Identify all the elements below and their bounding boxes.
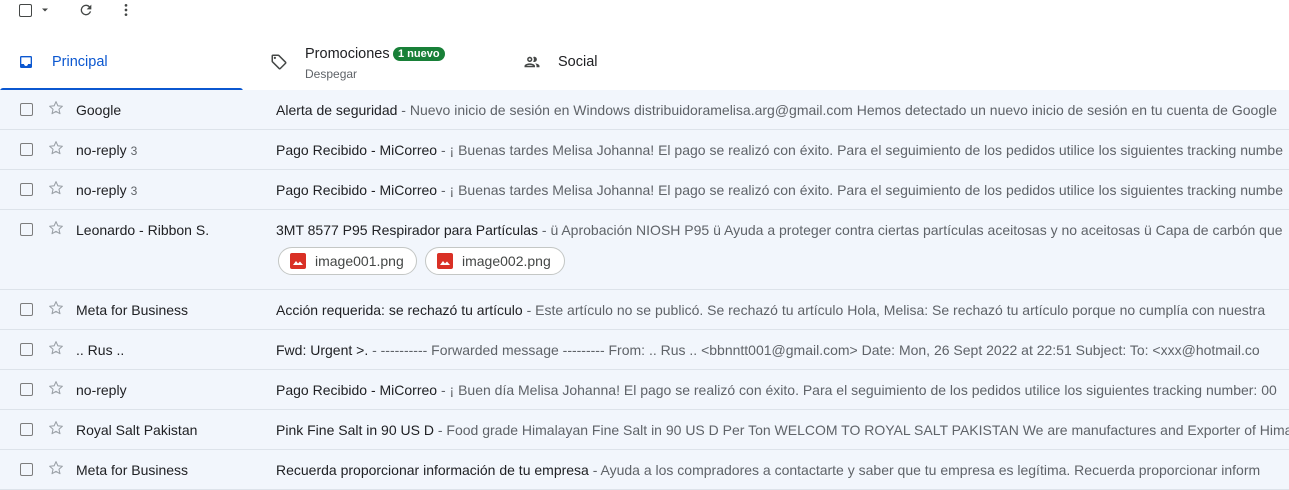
select-dropdown-button[interactable]	[38, 0, 52, 20]
email-snippet: - Nuevo inicio de sesión en Windows dist…	[397, 102, 1278, 118]
email-row[interactable]: Meta for Business Recuerda proporcionar …	[0, 450, 1289, 490]
new-count-badge: 1 nuevo	[393, 47, 445, 61]
email-snippet: - ---------- Forwarded message ---------…	[368, 342, 1260, 358]
refresh-icon	[80, 4, 92, 16]
email-row[interactable]: Royal Salt Pakistan Pink Fine Salt in 90…	[0, 410, 1289, 450]
attachment-filename: image001.png	[315, 253, 404, 269]
star-icon[interactable]	[47, 339, 65, 357]
sender-name: no-reply	[76, 182, 127, 198]
email-subject: Pago Recibido - MiCorreo	[276, 142, 438, 158]
row-checkbox[interactable]	[20, 303, 33, 316]
email-snippet: - Ayuda a los compradores a contactarte …	[588, 462, 1261, 478]
star-icon[interactable]	[47, 379, 65, 397]
tab-promociones[interactable]: Promociones 1 nuevo Despegar	[243, 34, 493, 90]
sender-name: .. Rus ..	[76, 342, 125, 358]
tab-principal[interactable]: Principal	[0, 34, 243, 91]
email-snippet: - ü Aprobación NIOSH P95 ü Ayuda a prote…	[538, 222, 1283, 238]
email-row[interactable]: Meta for Business Acción requerida: se r…	[0, 290, 1289, 330]
sender-name: Meta for Business	[76, 462, 189, 478]
email-subject: Fwd: Urgent >.	[276, 342, 369, 358]
sender-name: Royal Salt Pakistan	[76, 422, 198, 438]
row-checkbox[interactable]	[20, 143, 33, 156]
attachment-filename: image002.png	[462, 253, 551, 269]
star-icon[interactable]	[47, 139, 65, 157]
refresh-button[interactable]	[76, 0, 96, 20]
row-checkbox[interactable]	[20, 343, 33, 356]
tag-icon	[271, 54, 287, 70]
email-subject: 3MT 8577 P95 Respirador para Partículas	[276, 222, 538, 238]
thread-count: 3	[130, 184, 138, 198]
image-file-icon	[290, 253, 306, 269]
email-snippet: - ¡ Buen día Melisa Johanna! El pago se …	[437, 382, 1277, 398]
email-snippet: - Este artículo no se publicó. Se rechaz…	[522, 302, 1266, 318]
star-icon[interactable]	[47, 219, 65, 237]
more-vertical-icon	[124, 4, 128, 16]
email-subject: Pago Recibido - MiCorreo	[276, 182, 438, 198]
tab-promociones-sender: Despegar	[305, 67, 358, 81]
row-checkbox[interactable]	[20, 183, 33, 196]
more-options-button[interactable]	[116, 0, 136, 20]
email-row[interactable]: .. Rus .. Fwd: Urgent >. - ---------- Fo…	[0, 330, 1289, 370]
star-icon[interactable]	[47, 299, 65, 317]
email-subject: Recuerda proporcionar información de tu …	[276, 462, 589, 478]
star-icon[interactable]	[47, 179, 65, 197]
sender-name: no-reply	[76, 382, 127, 398]
email-snippet: - ¡ Buenas tardes Melisa Johanna! El pag…	[437, 142, 1283, 158]
checkbox-icon	[18, 3, 32, 17]
tab-promociones-label: Promociones	[305, 46, 390, 62]
email-row[interactable]: no-reply Pago Recibido - MiCorreo - ¡ Bu…	[0, 370, 1289, 410]
email-subject: Pink Fine Salt in 90 US D	[276, 422, 434, 438]
image-file-icon	[437, 253, 453, 269]
attachment-chip[interactable]: image001.png	[278, 247, 417, 275]
email-subject: Acción requerida: se rechazó tu artículo	[276, 302, 523, 318]
star-icon[interactable]	[47, 99, 65, 117]
email-snippet: - ¡ Buenas tardes Melisa Johanna! El pag…	[437, 182, 1283, 198]
select-all-checkbox[interactable]	[14, 0, 36, 20]
email-row[interactable]: no-reply 3 Pago Recibido - MiCorreo - ¡ B…	[0, 130, 1289, 170]
tab-social-label: Social	[558, 54, 598, 70]
email-snippet: - Food grade Himalayan Fine Salt in 90 U…	[433, 422, 1289, 438]
row-checkbox[interactable]	[20, 463, 33, 476]
thread-count: 3	[130, 144, 138, 158]
sender-name: Google	[76, 102, 122, 118]
star-icon[interactable]	[47, 419, 65, 437]
email-row[interactable]: Leonardo - Ribbon S. 3MT 8577 P95 Respir…	[0, 210, 1289, 290]
sender-name: no-reply	[76, 142, 127, 158]
star-icon[interactable]	[47, 459, 65, 477]
chevron-down-icon	[42, 8, 48, 12]
email-subject: Pago Recibido - MiCorreo	[276, 382, 438, 398]
row-checkbox[interactable]	[20, 223, 33, 236]
attachment-chip[interactable]: image002.png	[425, 247, 565, 275]
row-checkbox[interactable]	[20, 383, 33, 396]
tab-social[interactable]: Social	[493, 34, 743, 90]
sender-name: Leonardo - Ribbon S.	[76, 222, 210, 238]
email-subject: Alerta de seguridad	[276, 102, 398, 118]
category-tabs: Principal Promociones 1 nuevo Despegar S…	[0, 34, 1289, 91]
row-checkbox[interactable]	[20, 103, 33, 116]
people-icon	[524, 56, 540, 68]
email-row[interactable]: no-reply 3 Pago Recibido - MiCorreo - ¡ B…	[0, 170, 1289, 210]
tab-principal-label: Principal	[52, 54, 108, 70]
email-list: Google Alerta de seguridad - Nuevo inici…	[0, 90, 1289, 490]
toolbar	[0, 0, 1289, 22]
sender-name: Meta for Business	[76, 302, 189, 318]
row-checkbox[interactable]	[20, 423, 33, 436]
email-row[interactable]: Google Alerta de seguridad - Nuevo inici…	[0, 90, 1289, 130]
inbox-icon	[20, 56, 32, 68]
